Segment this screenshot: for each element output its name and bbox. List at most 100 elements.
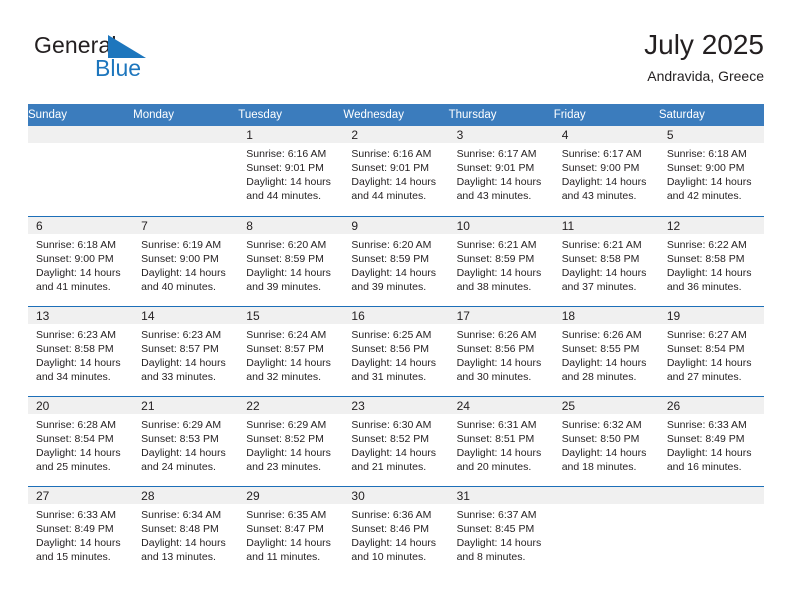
sunset-text: Sunset: 8:53 PM [141,432,219,445]
day-number: 26 [658,396,764,414]
day-details: Sunrise: 6:20 AM Sunset: 8:59 PM Daylight:… [238,234,343,294]
calendar-cell-inner: 31 Sunrise: 6:37 AM Sunset: 8:45 PM Dayligh… [448,486,554,577]
calendar-day-cell[interactable]: 26 Sunrise: 6:33 AM Sunset: 8:49 PM Dayligh… [658,395,764,486]
sunrise-text: Sunrise: 6:21 AM [561,238,642,251]
calendar-cell-inner: 22 Sunrise: 6:29 AM Sunset: 8:52 PM Dayligh… [238,396,344,486]
calendar-day-cell[interactable]: 14 Sunrise: 6:23 AM Sunset: 8:57 PM Dayligh… [133,305,239,396]
calendar-day-cell[interactable]: 28 Sunrise: 6:34 AM Sunset: 8:48 PM Dayligh… [133,485,239,576]
sunrise-text: Sunrise: 6:37 AM [456,508,537,521]
sunset-text: Sunset: 8:52 PM [351,432,430,445]
sunrise-text: Sunrise: 6:16 AM [351,148,432,160]
daylight-text-line2: and 23 minutes. [246,460,321,473]
daylight-text-line2: and 28 minutes. [561,370,637,383]
calendar-day-cell[interactable]: 2 Sunrise: 6:16 AM Sunset: 9:01 PM Daylight… [343,126,449,216]
calendar-day-cell[interactable]: 29 Sunrise: 6:35 AM Sunset: 8:47 PM Dayligh… [238,485,344,576]
calendar-day-cell[interactable]: 24 Sunrise: 6:31 AM Sunset: 8:51 PM Dayligh… [448,395,554,486]
sunrise-text: Sunrise: 6:28 AM [36,418,116,431]
daylight-text-line1: Daylight: 14 hours [141,356,226,369]
sunset-text: Sunset: 8:59 PM [351,252,430,265]
calendar-day-cell[interactable]: 8 Sunrise: 6:20 AM Sunset: 8:59 PM Daylight… [238,215,344,306]
calendar-cell-inner: 7 Sunrise: 6:19 AM Sunset: 9:00 PM Daylight… [133,216,239,306]
calendar-day-cell[interactable]: 11 Sunrise: 6:21 AM Sunset: 8:58 PM Dayligh… [553,215,659,306]
sunrise-text: Sunrise: 6:22 AM [666,238,747,251]
calendar-day-cell[interactable]: 7 Sunrise: 6:19 AM Sunset: 9:00 PM Daylight… [133,215,239,306]
sunrise-text: Sunrise: 6:34 AM [141,508,222,521]
daylight-text-line2: and 44 minutes. [246,190,321,202]
sunrise-text: Sunrise: 6:20 AM [351,238,432,251]
day-details: Sunrise: 6:16 AM Sunset: 9:01 PM Daylight:… [343,143,448,203]
calendar-day-cell[interactable]: 15 Sunrise: 6:24 AM Sunset: 8:57 PM Dayligh… [238,305,344,396]
sunrise-text: Sunrise: 6:17 AM [456,148,537,160]
daylight-text-line1: Daylight: 14 hours [246,356,331,369]
daylight-text-line2: and 32 minutes. [246,370,321,383]
day-details: Sunrise: 6:34 AM Sunset: 8:48 PM Daylight:… [133,504,238,564]
calendar-day-cell[interactable]: 20 Sunrise: 6:28 AM Sunset: 8:54 PM Dayligh… [28,395,134,486]
day-number: 18 [553,306,659,324]
calendar-day-cell[interactable]: 12 Sunrise: 6:22 AM Sunset: 8:58 PM Dayligh… [658,215,764,306]
sunrise-text: Sunrise: 6:21 AM [456,238,537,251]
calendar-cell-inner: 21 Sunrise: 6:29 AM Sunset: 8:53 PM Dayligh… [133,396,239,486]
calendar-header-row: Sunday Monday Tuesday Wednesday Thursday… [28,104,764,126]
weekday-header-monday: Monday [133,104,239,126]
calendar-day-cell[interactable]: 16 Sunrise: 6:25 AM Sunset: 8:56 PM Dayligh… [343,305,449,396]
sunrise-text: Sunrise: 6:32 AM [561,418,642,431]
calendar-day-cell[interactable]: 19 Sunrise: 6:27 AM Sunset: 8:54 PM Dayligh… [658,305,764,396]
calendar-day-cell[interactable]: 10 Sunrise: 6:21 AM Sunset: 8:59 PM Dayligh… [448,215,554,306]
sunrise-text: Sunrise: 6:29 AM [246,418,327,431]
daylight-text-line1: Daylight: 14 hours [666,176,752,188]
day-details: Sunrise: 6:17 AM Sunset: 9:00 PM Daylight:… [554,143,659,203]
daylight-text-line2: and 18 minutes. [561,460,637,473]
sunrise-text: Sunrise: 6:23 AM [36,328,116,341]
day-number: 5 [658,126,764,143]
day-details: Sunrise: 6:37 AM Sunset: 8:45 PM Daylight:… [449,504,554,564]
calendar-day-cell[interactable]: 13 Sunrise: 6:23 AM Sunset: 8:58 PM Dayligh… [28,305,134,396]
page-title: July 2025 [644,29,764,60]
weekday-header-tuesday: Tuesday [238,104,344,126]
calendar-cell-inner: 9 Sunrise: 6:20 AM Sunset: 8:59 PM Daylight… [343,216,449,306]
calendar-day-cell[interactable]: 6 Sunrise: 6:18 AM Sunset: 9:00 PM Daylight… [28,215,134,306]
calendar-day-cell[interactable]: 3 Sunrise: 6:17 AM Sunset: 9:01 PM Daylight… [448,126,554,216]
daylight-text-line2: and 15 minutes. [36,550,111,563]
calendar-cell-inner: 27 Sunrise: 6:33 AM Sunset: 8:49 PM Dayligh… [28,486,134,577]
calendar-day-cell[interactable]: 21 Sunrise: 6:29 AM Sunset: 8:53 PM Dayligh… [133,395,239,486]
calendar-empty-cell [658,485,764,576]
calendar-day-cell[interactable]: 23 Sunrise: 6:30 AM Sunset: 8:52 PM Dayligh… [343,395,449,486]
sunrise-text: Sunrise: 6:26 AM [561,328,642,341]
calendar-cell-inner: 23 Sunrise: 6:30 AM Sunset: 8:52 PM Dayligh… [343,396,449,486]
calendar-day-cell[interactable]: 18 Sunrise: 6:26 AM Sunset: 8:55 PM Dayligh… [553,305,659,396]
calendar-day-cell[interactable]: 9 Sunrise: 6:20 AM Sunset: 8:59 PM Daylight… [343,215,449,306]
day-details: Sunrise: 6:33 AM Sunset: 8:49 PM Daylight:… [659,414,764,474]
day-number: 21 [133,396,239,414]
calendar-cell-inner: 16 Sunrise: 6:25 AM Sunset: 8:56 PM Dayligh… [343,306,449,396]
day-details: Sunrise: 6:19 AM Sunset: 9:00 PM Daylight:… [133,234,238,294]
calendar-day-cell[interactable]: 4 Sunrise: 6:17 AM Sunset: 9:00 PM Daylight… [553,126,659,216]
daylight-text-line1: Daylight: 14 hours [246,446,331,459]
sunset-text: Sunset: 8:56 PM [456,342,535,355]
sunset-text: Sunset: 8:56 PM [351,342,430,355]
calendar-day-cell[interactable]: 31 Sunrise: 6:37 AM Sunset: 8:45 PM Dayligh… [448,485,554,577]
day-number: 31 [448,486,554,504]
sunset-text: Sunset: 9:01 PM [456,162,535,174]
calendar-day-cell[interactable]: 17 Sunrise: 6:26 AM Sunset: 8:56 PM Dayligh… [448,305,554,396]
calendar-day-cell[interactable]: 30 Sunrise: 6:36 AM Sunset: 8:46 PM Dayligh… [343,485,449,576]
calendar-day-cell[interactable]: 5 Sunrise: 6:18 AM Sunset: 9:00 PM Daylight… [658,126,764,216]
sunrise-text: Sunrise: 6:29 AM [141,418,222,431]
sunset-text: Sunset: 8:54 PM [36,432,114,445]
daylight-text-line2: and 42 minutes. [666,190,742,202]
daylight-text-line2: and 39 minutes. [246,280,321,293]
daylight-text-line1: Daylight: 14 hours [351,176,437,188]
calendar-day-cell[interactable]: 22 Sunrise: 6:29 AM Sunset: 8:52 PM Dayligh… [238,395,344,486]
day-details: Sunrise: 6:29 AM Sunset: 8:53 PM Daylight:… [133,414,238,474]
daylight-text-line1: Daylight: 14 hours [351,356,437,369]
brand-name-bottom: Blue [95,55,142,81]
weekday-header-friday: Friday [553,104,659,126]
calendar-day-cell[interactable]: 27 Sunrise: 6:33 AM Sunset: 8:49 PM Dayligh… [28,485,134,577]
calendar-cell-inner: 1 Sunrise: 6:16 AM Sunset: 9:01 PM Daylight… [238,126,344,216]
sunset-text: Sunset: 8:49 PM [36,522,114,535]
calendar-day-cell[interactable]: 1 Sunrise: 6:16 AM Sunset: 9:01 PM Daylight… [238,126,344,216]
calendar-day-cell[interactable]: 25 Sunrise: 6:32 AM Sunset: 8:50 PM Dayligh… [553,395,659,486]
daylight-text-line1: Daylight: 14 hours [36,356,121,369]
brand-logo[interactable]: General Blue [34,32,234,88]
sunset-text: Sunset: 8:59 PM [246,252,324,265]
day-details: Sunrise: 6:20 AM Sunset: 8:59 PM Daylight:… [343,234,448,294]
